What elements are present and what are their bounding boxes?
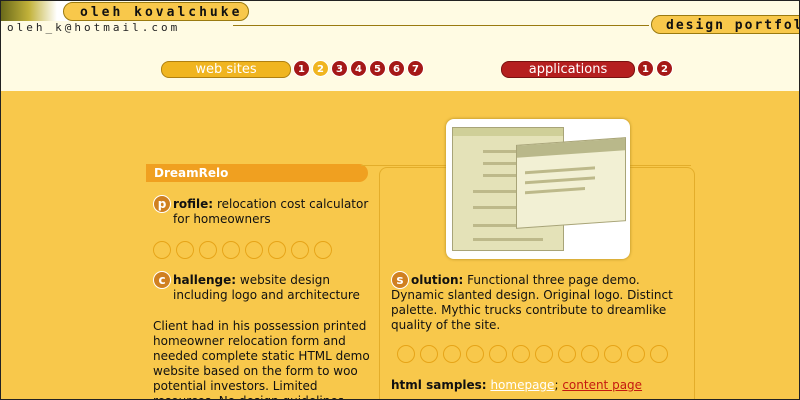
- circle-ornament: [420, 345, 438, 363]
- web-page-1-button[interactable]: 1: [293, 60, 310, 77]
- app-page-2-button[interactable]: 2: [656, 60, 673, 77]
- project-description: Client had in his possession printed hom…: [153, 319, 370, 399]
- circle-ornament: [604, 345, 622, 363]
- circle-ornament: [397, 345, 415, 363]
- web-sites-tab[interactable]: web sites: [161, 61, 291, 78]
- logo-image: [1, 1, 71, 21]
- circle-ornament: [199, 241, 217, 259]
- circle-ornament: [489, 345, 507, 363]
- header-divider: [233, 25, 649, 26]
- web-page-7-button[interactable]: 7: [407, 60, 424, 77]
- circle-ornament: [245, 241, 263, 259]
- author-email[interactable]: oleh_k@hotmail.com: [7, 21, 180, 34]
- samples-label: html samples:: [391, 378, 487, 392]
- web-page-3-button[interactable]: 3: [331, 60, 348, 77]
- circle-ornament: [581, 345, 599, 363]
- web-page-2-button[interactable]: 2: [312, 60, 329, 77]
- profile-label: rofile:: [173, 197, 214, 211]
- header: oleh kovalchuke oleh_k@hotmail.com desig…: [1, 1, 799, 91]
- project-screenshot[interactable]: [446, 119, 630, 259]
- circle-ornament: [222, 241, 240, 259]
- decorative-circles: [153, 241, 332, 259]
- screenshot-text-line: [525, 166, 595, 175]
- screenshot-header-bar: [453, 128, 563, 136]
- circle-ornament: [512, 345, 530, 363]
- author-name: oleh kovalchuke: [63, 2, 249, 21]
- homepage-link[interactable]: homepage: [490, 378, 554, 392]
- app-page-1-button[interactable]: 1: [637, 60, 654, 77]
- solution-text: olution: Functional three page demo. Dyn…: [391, 273, 681, 333]
- screenshot-text-line: [525, 176, 595, 185]
- project-title: DreamRelo: [146, 164, 368, 182]
- challenge-text: hallenge: website design including logo …: [173, 273, 373, 303]
- circle-ornament: [535, 345, 553, 363]
- content-page-link[interactable]: content page: [562, 378, 642, 392]
- profile-text: rofile: relocation cost calculator for h…: [173, 197, 373, 227]
- decorative-circles: [397, 345, 668, 363]
- circle-ornament: [176, 241, 194, 259]
- circle-ornament: [314, 241, 332, 259]
- circle-ornament: [291, 241, 309, 259]
- portfolio-title: design portfol: [651, 15, 799, 34]
- screenshot-text-line: [525, 187, 585, 195]
- samples-separator: ;: [554, 378, 559, 392]
- circle-ornament: [558, 345, 576, 363]
- profile-letter-icon: p: [153, 195, 171, 213]
- screenshot-page-front: [516, 137, 626, 229]
- applications-tab[interactable]: applications: [501, 61, 635, 78]
- challenge-letter-icon: c: [153, 271, 171, 289]
- circle-ornament: [268, 241, 286, 259]
- solution-label: olution:: [411, 273, 464, 287]
- web-page-5-button[interactable]: 5: [369, 60, 386, 77]
- circle-ornament: [466, 345, 484, 363]
- circle-ornament: [443, 345, 461, 363]
- circle-ornament: [650, 345, 668, 363]
- circle-ornament: [627, 345, 645, 363]
- challenge-label: hallenge:: [173, 273, 237, 287]
- html-samples: html samples: homepage; content page: [391, 378, 691, 393]
- page-frame: oleh kovalchuke oleh_k@hotmail.com desig…: [0, 0, 800, 400]
- web-page-6-button[interactable]: 6: [388, 60, 405, 77]
- circle-ornament: [153, 241, 171, 259]
- web-page-4-button[interactable]: 4: [350, 60, 367, 77]
- screenshot-form-line: [473, 238, 543, 241]
